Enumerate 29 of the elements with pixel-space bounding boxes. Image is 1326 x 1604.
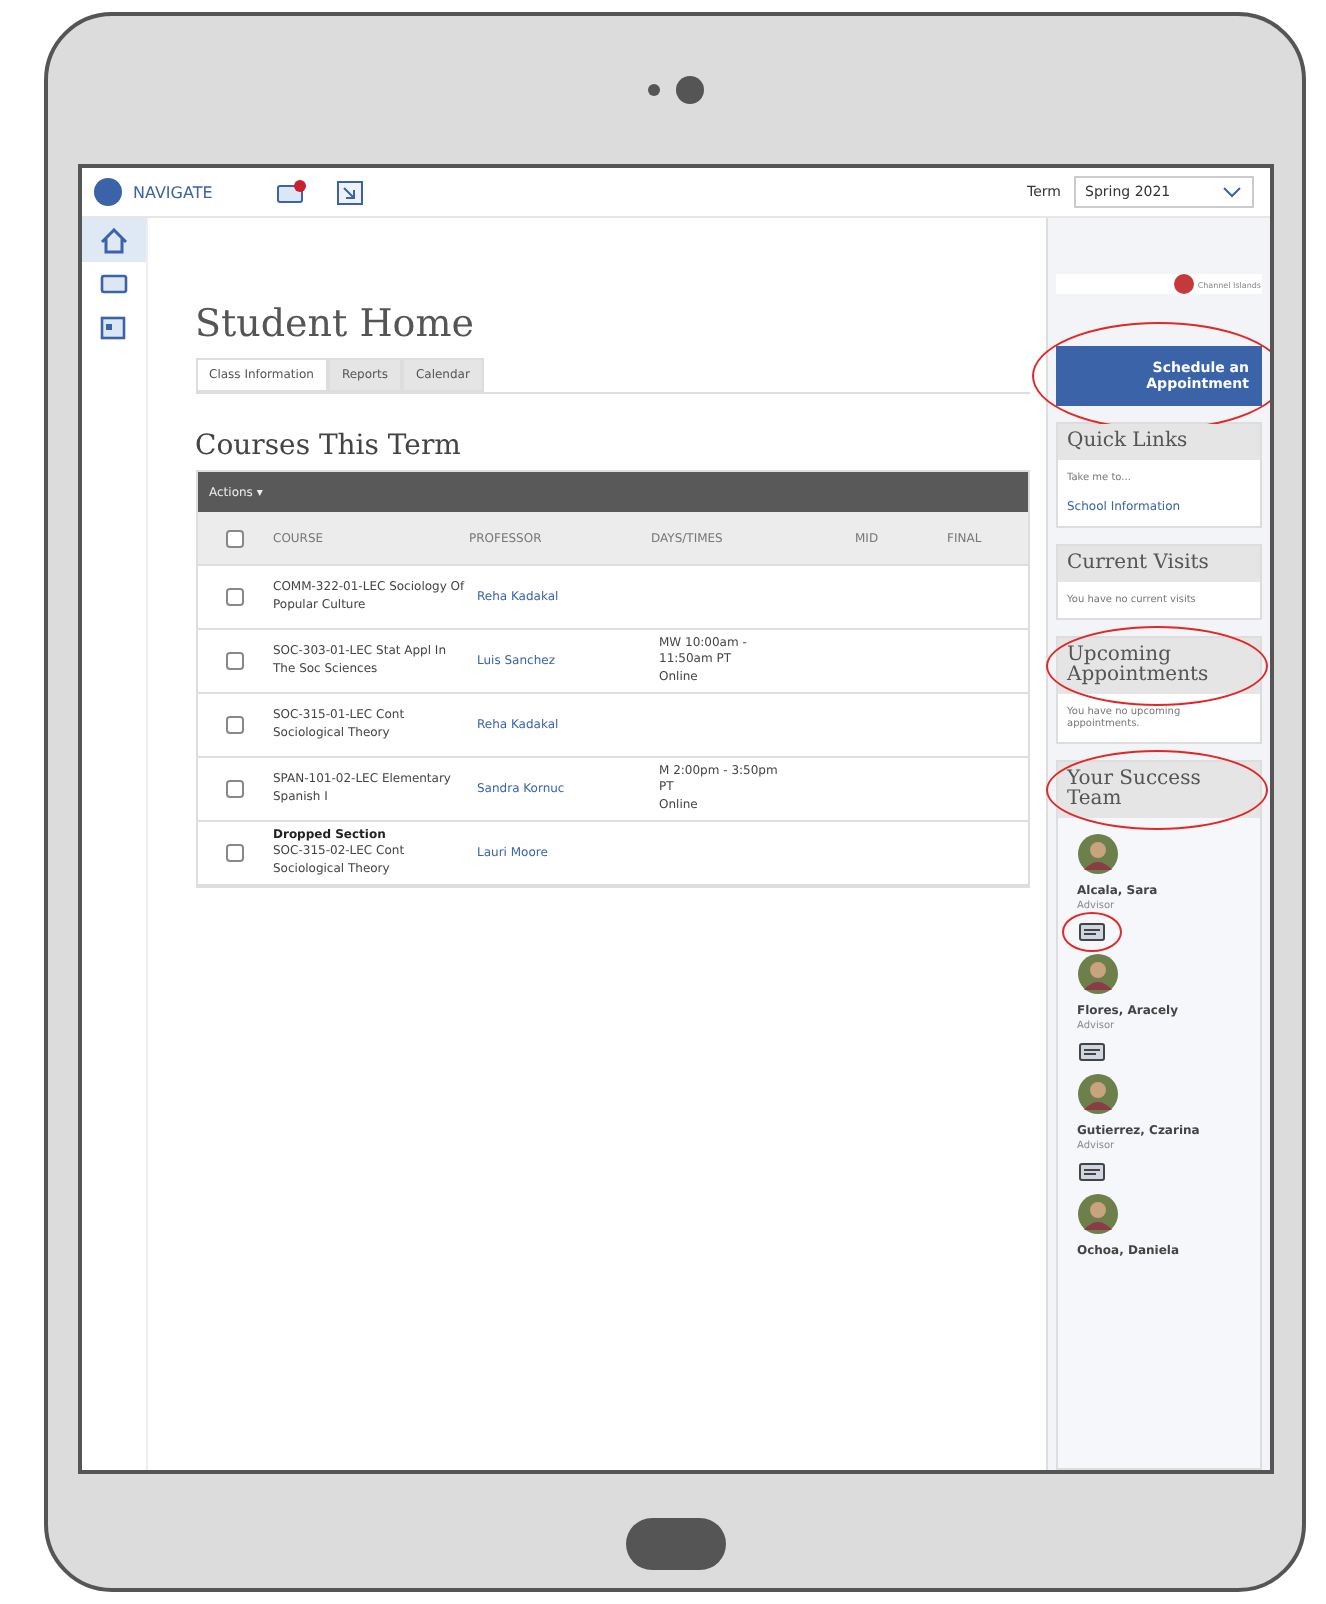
checkbox[interactable] [226,780,244,798]
panel-title: Current Visits [1067,552,1209,574]
window-icon[interactable] [336,179,365,205]
checkbox[interactable] [226,652,244,670]
logo-icon [1173,274,1194,294]
panel-title: Your Success Team [1067,768,1201,810]
avatar [1077,954,1117,994]
panel-title: Quick Links [1067,430,1188,452]
camera-icon [675,76,703,104]
section-title: Courses This Term [195,430,463,462]
message-icon[interactable] [1077,922,1105,942]
checkbox[interactable] [226,529,244,547]
chevron-icon [1221,186,1241,198]
avatar [1077,834,1117,874]
message-icon[interactable] [1077,1162,1105,1182]
page-title: Student Home [195,302,476,346]
message-icon[interactable] [1077,1042,1105,1062]
avatar [1077,1194,1117,1234]
message-icon[interactable] [276,180,309,204]
panel-title: Upcoming Appointments [1067,644,1209,686]
home-icon[interactable] [81,218,145,262]
sensor-icon [647,84,659,96]
checkbox[interactable] [226,588,244,606]
brand-name: NAVIGATE [133,183,213,201]
logo-icon [93,178,121,206]
home-button[interactable] [625,1518,725,1570]
checkbox[interactable] [226,716,244,734]
checkbox[interactable] [226,844,244,862]
avatar [1077,1074,1117,1114]
